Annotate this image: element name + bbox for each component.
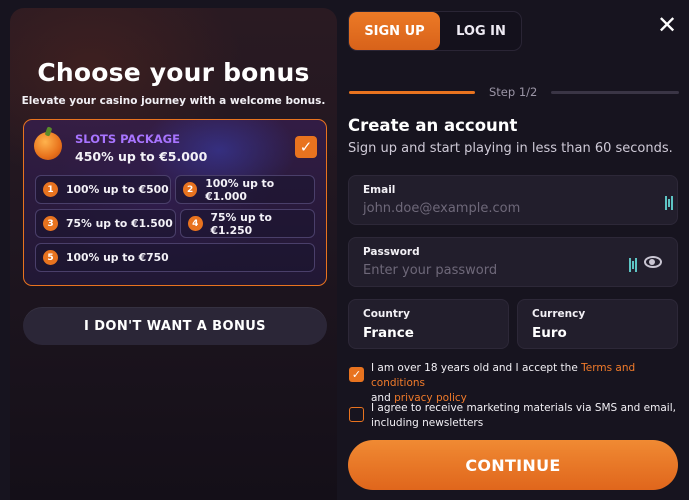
password-label: Password xyxy=(363,246,420,258)
slots-package-card[interactable]: SLOTS PACKAGE 450% up to €5.000 ✓ 1 100%… xyxy=(23,119,327,286)
option-text: 100% up to €750 xyxy=(66,251,169,264)
bonus-option-2: 2 100% up to €1.000 xyxy=(175,175,315,204)
password-field[interactable]: Password Enter your password xyxy=(348,237,678,287)
package-selected-checkbox[interactable]: ✓ xyxy=(295,136,317,158)
step-progress-done xyxy=(349,91,475,94)
form-title: Create an account xyxy=(348,116,518,135)
option-text: 100% up to €1.000 xyxy=(205,176,275,203)
password-manager-icon[interactable] xyxy=(665,196,673,210)
option-number: 3 xyxy=(43,216,58,231)
step-progress-remaining xyxy=(551,91,679,94)
continue-button[interactable]: CONTINUE xyxy=(348,440,678,490)
country-label: Country xyxy=(363,308,410,320)
terms-text: I am over 18 years old and I accept the … xyxy=(371,361,671,406)
terms-checkbox[interactable]: ✓ xyxy=(349,367,364,382)
option-number: 1 xyxy=(43,182,58,197)
bonus-option-5: 5 100% up to €750 xyxy=(35,243,315,272)
bonus-option-3: 3 75% up to €1.500 xyxy=(35,209,176,238)
bonus-panel: Choose your bonus Elevate your casino jo… xyxy=(10,8,337,500)
currency-label: Currency xyxy=(532,308,586,320)
email-field[interactable]: Email john.doe@example.com xyxy=(348,175,678,225)
marketing-text: I agree to receive marketing materials v… xyxy=(371,401,676,431)
package-offer: 450% up to €5.000 xyxy=(75,149,208,164)
form-lead: Sign up and start playing in less than 6… xyxy=(348,141,673,156)
bonus-subtitle: Elevate your casino journey with a welco… xyxy=(21,95,326,107)
bonus-option-1: 1 100% up to €500 xyxy=(35,175,171,204)
package-name: SLOTS PACKAGE xyxy=(75,132,180,146)
signup-modal: Choose your bonus Elevate your casino jo… xyxy=(0,0,689,500)
option-number: 2 xyxy=(183,182,198,197)
tab-log-in[interactable]: LOG IN xyxy=(440,12,522,50)
orange-fruit-icon xyxy=(34,132,62,160)
eye-icon[interactable] xyxy=(644,256,662,268)
currency-value: Euro xyxy=(532,325,567,341)
email-input[interactable]: john.doe@example.com xyxy=(363,201,520,216)
bonus-option-4: 4 75% up to €1.250 xyxy=(180,209,315,238)
bonus-title: Choose your bonus xyxy=(37,58,310,87)
email-label: Email xyxy=(363,184,396,196)
option-text: 100% up to €500 xyxy=(66,183,169,196)
country-value: France xyxy=(363,325,414,341)
marketing-checkbox[interactable] xyxy=(349,407,364,422)
password-manager-icon[interactable] xyxy=(629,258,637,272)
option-text: 75% up to €1.250 xyxy=(210,210,272,237)
step-indicator: Step 1/2 xyxy=(489,85,538,99)
close-icon[interactable]: ✕ xyxy=(652,10,682,40)
checkmark-icon: ✓ xyxy=(299,138,313,156)
currency-select[interactable]: Currency Euro xyxy=(517,299,678,349)
checkmark-icon: ✓ xyxy=(351,368,362,381)
no-bonus-button[interactable]: I DON'T WANT A BONUS xyxy=(23,307,327,345)
auth-tabs: SIGN UP LOG IN xyxy=(348,11,522,51)
marketing-line-1: I agree to receive marketing materials v… xyxy=(371,402,676,414)
country-select[interactable]: Country France xyxy=(348,299,509,349)
terms-text-before: I am over 18 years old and I accept the xyxy=(371,362,582,374)
marketing-line-2: including newsletters xyxy=(371,417,484,429)
option-text: 75% up to €1.500 xyxy=(66,217,173,230)
option-number: 5 xyxy=(43,250,58,265)
tab-sign-up[interactable]: SIGN UP xyxy=(349,12,440,50)
option-number: 4 xyxy=(188,216,203,231)
password-input[interactable]: Enter your password xyxy=(363,263,497,278)
